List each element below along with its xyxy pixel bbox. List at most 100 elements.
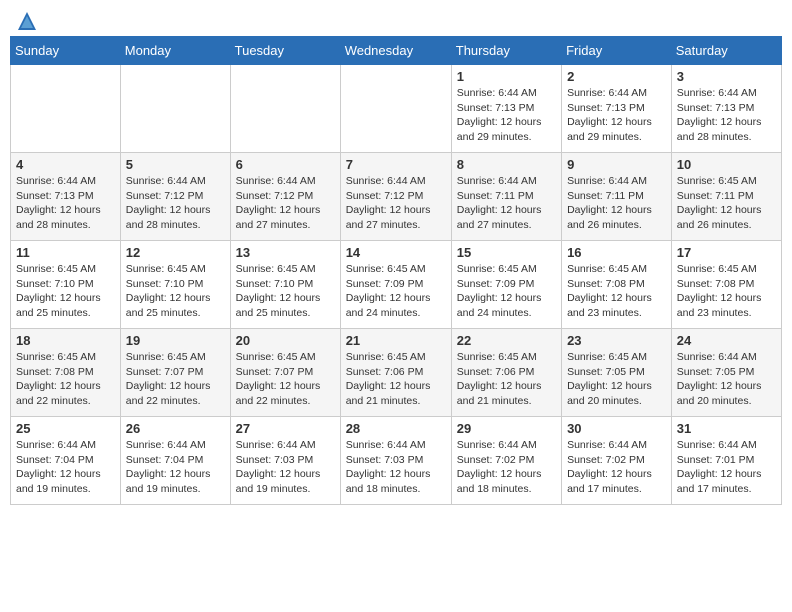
day-detail: Sunrise: 6:45 AMSunset: 7:11 PMDaylight:… (677, 174, 776, 233)
day-number: 6 (236, 157, 335, 172)
calendar-cell: 22 Sunrise: 6:45 AMSunset: 7:06 PMDayligh… (451, 329, 561, 417)
day-number: 19 (126, 333, 225, 348)
day-detail: Sunrise: 6:44 AMSunset: 7:03 PMDaylight:… (236, 438, 335, 497)
day-number: 20 (236, 333, 335, 348)
day-detail: Sunrise: 6:44 AMSunset: 7:12 PMDaylight:… (346, 174, 446, 233)
day-number: 2 (567, 69, 666, 84)
calendar-cell: 4 Sunrise: 6:44 AMSunset: 7:13 PMDaylight… (11, 153, 121, 241)
day-number: 23 (567, 333, 666, 348)
calendar-cell: 19 Sunrise: 6:45 AMSunset: 7:07 PMDayligh… (120, 329, 230, 417)
calendar-cell: 9 Sunrise: 6:44 AMSunset: 7:11 PMDaylight… (562, 153, 672, 241)
day-detail: Sunrise: 6:45 AMSunset: 7:10 PMDaylight:… (16, 262, 115, 321)
calendar-cell: 30 Sunrise: 6:44 AMSunset: 7:02 PMDayligh… (562, 417, 672, 505)
day-number: 21 (346, 333, 446, 348)
day-of-week-header: Tuesday (230, 37, 340, 65)
day-number: 26 (126, 421, 225, 436)
calendar-header-row: SundayMondayTuesdayWednesdayThursdayFrid… (11, 37, 782, 65)
calendar-cell: 15Sunrise: 6:45 AMSunset: 7:09 PMDayligh… (451, 241, 561, 329)
day-detail: Sunrise: 6:44 AMSunset: 7:13 PMDaylight:… (457, 86, 556, 145)
calendar: SundayMondayTuesdayWednesdayThursdayFrid… (10, 36, 782, 505)
day-number: 22 (457, 333, 556, 348)
calendar-cell: 23Sunrise: 6:45 AMSunset: 7:05 PMDayligh… (562, 329, 672, 417)
day-number: 27 (236, 421, 335, 436)
day-number: 29 (457, 421, 556, 436)
day-number: 7 (346, 157, 446, 172)
calendar-cell: 13 Sunrise: 6:45 AMSunset: 7:10 PMDayligh… (230, 241, 340, 329)
calendar-cell: 27 Sunrise: 6:44 AMSunset: 7:03 PMDayligh… (230, 417, 340, 505)
day-detail: Sunrise: 6:45 AMSunset: 7:08 PMDaylight:… (677, 262, 776, 321)
day-number: 3 (677, 69, 776, 84)
day-detail: Sunrise: 6:44 AMSunset: 7:04 PMDaylight:… (16, 438, 115, 497)
day-of-week-header: Saturday (671, 37, 781, 65)
day-number: 15 (457, 245, 556, 260)
day-of-week-header: Friday (562, 37, 672, 65)
day-detail: Sunrise: 6:45 AMSunset: 7:08 PMDaylight:… (567, 262, 666, 321)
day-detail: Sunrise: 6:44 AMSunset: 7:12 PMDaylight:… (236, 174, 335, 233)
calendar-cell: 25Sunrise: 6:44 AMSunset: 7:04 PMDayligh… (11, 417, 121, 505)
day-detail: Sunrise: 6:44 AMSunset: 7:04 PMDaylight:… (126, 438, 225, 497)
day-detail: Sunrise: 6:44 AMSunset: 7:02 PMDaylight:… (567, 438, 666, 497)
day-number: 8 (457, 157, 556, 172)
day-detail: Sunrise: 6:44 AMSunset: 7:03 PMDaylight:… (346, 438, 446, 497)
calendar-cell: 18 Sunrise: 6:45 AMSunset: 7:08 PMDayligh… (11, 329, 121, 417)
day-detail: Sunrise: 6:44 AMSunset: 7:11 PMDaylight:… (457, 174, 556, 233)
day-detail: Sunrise: 6:44 AMSunset: 7:13 PMDaylight:… (567, 86, 666, 145)
day-detail: Sunrise: 6:44 AMSunset: 7:12 PMDaylight:… (126, 174, 225, 233)
day-number: 24 (677, 333, 776, 348)
calendar-cell (230, 65, 340, 153)
logo (14, 10, 38, 28)
day-detail: Sunrise: 6:45 AMSunset: 7:10 PMDaylight:… (236, 262, 335, 321)
day-detail: Sunrise: 6:44 AMSunset: 7:05 PMDaylight:… (677, 350, 776, 409)
day-number: 9 (567, 157, 666, 172)
day-number: 28 (346, 421, 446, 436)
day-of-week-header: Sunday (11, 37, 121, 65)
day-number: 30 (567, 421, 666, 436)
calendar-cell: 28 Sunrise: 6:44 AMSunset: 7:03 PMDayligh… (340, 417, 451, 505)
day-detail: Sunrise: 6:45 AMSunset: 7:06 PMDaylight:… (346, 350, 446, 409)
page-header (10, 10, 782, 28)
day-number: 1 (457, 69, 556, 84)
calendar-cell: 21 Sunrise: 6:45 AMSunset: 7:06 PMDayligh… (340, 329, 451, 417)
day-detail: Sunrise: 6:45 AMSunset: 7:07 PMDaylight:… (236, 350, 335, 409)
day-detail: Sunrise: 6:44 AMSunset: 7:02 PMDaylight:… (457, 438, 556, 497)
day-number: 18 (16, 333, 115, 348)
day-number: 5 (126, 157, 225, 172)
calendar-week-row: 18 Sunrise: 6:45 AMSunset: 7:08 PMDayligh… (11, 329, 782, 417)
day-number: 17 (677, 245, 776, 260)
calendar-cell (11, 65, 121, 153)
calendar-cell: 7 Sunrise: 6:44 AMSunset: 7:12 PMDaylight… (340, 153, 451, 241)
day-number: 31 (677, 421, 776, 436)
calendar-cell: 29 Sunrise: 6:44 AMSunset: 7:02 PMDayligh… (451, 417, 561, 505)
calendar-cell: 6 Sunrise: 6:44 AMSunset: 7:12 PMDaylight… (230, 153, 340, 241)
calendar-cell: 31Sunrise: 6:44 AMSunset: 7:01 PMDayligh… (671, 417, 781, 505)
day-detail: Sunrise: 6:45 AMSunset: 7:08 PMDaylight:… (16, 350, 115, 409)
day-number: 11 (16, 245, 115, 260)
calendar-cell (120, 65, 230, 153)
day-detail: Sunrise: 6:45 AMSunset: 7:06 PMDaylight:… (457, 350, 556, 409)
calendar-cell: 1 Sunrise: 6:44 AMSunset: 7:13 PMDaylight… (451, 65, 561, 153)
calendar-week-row: 4 Sunrise: 6:44 AMSunset: 7:13 PMDaylight… (11, 153, 782, 241)
day-detail: Sunrise: 6:44 AMSunset: 7:11 PMDaylight:… (567, 174, 666, 233)
day-number: 14 (346, 245, 446, 260)
day-detail: Sunrise: 6:44 AMSunset: 7:13 PMDaylight:… (677, 86, 776, 145)
calendar-cell: 26 Sunrise: 6:44 AMSunset: 7:04 PMDayligh… (120, 417, 230, 505)
day-number: 12 (126, 245, 225, 260)
day-detail: Sunrise: 6:44 AMSunset: 7:13 PMDaylight:… (16, 174, 115, 233)
logo-icon (16, 10, 38, 32)
calendar-cell: 11 Sunrise: 6:45 AMSunset: 7:10 PMDayligh… (11, 241, 121, 329)
calendar-cell: 10Sunrise: 6:45 AMSunset: 7:11 PMDayligh… (671, 153, 781, 241)
day-detail: Sunrise: 6:45 AMSunset: 7:07 PMDaylight:… (126, 350, 225, 409)
day-detail: Sunrise: 6:45 AMSunset: 7:10 PMDaylight:… (126, 262, 225, 321)
day-of-week-header: Thursday (451, 37, 561, 65)
day-detail: Sunrise: 6:45 AMSunset: 7:09 PMDaylight:… (346, 262, 446, 321)
calendar-cell (340, 65, 451, 153)
calendar-cell: 16 Sunrise: 6:45 AMSunset: 7:08 PMDayligh… (562, 241, 672, 329)
calendar-cell: 2 Sunrise: 6:44 AMSunset: 7:13 PMDaylight… (562, 65, 672, 153)
calendar-cell: 20 Sunrise: 6:45 AMSunset: 7:07 PMDayligh… (230, 329, 340, 417)
day-number: 13 (236, 245, 335, 260)
calendar-week-row: 25Sunrise: 6:44 AMSunset: 7:04 PMDayligh… (11, 417, 782, 505)
calendar-cell: 3 Sunrise: 6:44 AMSunset: 7:13 PMDaylight… (671, 65, 781, 153)
day-number: 16 (567, 245, 666, 260)
day-of-week-header: Wednesday (340, 37, 451, 65)
day-number: 4 (16, 157, 115, 172)
